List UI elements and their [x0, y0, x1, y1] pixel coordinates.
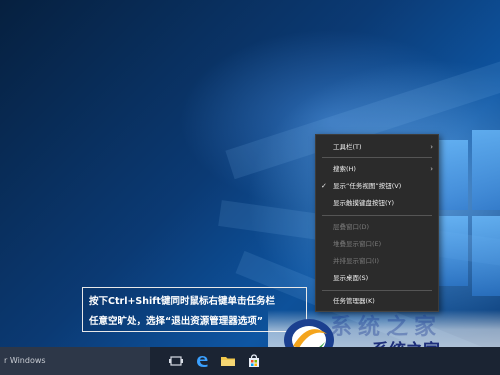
chevron-right-icon: ›	[430, 165, 433, 173]
menu-item-search[interactable]: 搜索(H) ›	[316, 161, 438, 177]
search-placeholder: r Windows	[4, 356, 46, 365]
taskbar[interactable]: r Windows	[0, 347, 500, 375]
menu-item-label: 任务管理器(K)	[333, 297, 375, 305]
menu-item-label: 层叠窗口(D)	[333, 223, 370, 231]
task-view-icon[interactable]	[168, 353, 184, 369]
menu-item-label: 显示触摸键盘按钮(Y)	[333, 199, 395, 207]
menu-item-label: 并排显示窗口(I)	[333, 257, 379, 265]
caption-line-1: 按下Ctrl+Shift键同时鼠标右键单击任务栏	[89, 296, 275, 307]
menu-separator	[322, 290, 432, 291]
caption-line-2: 任意空旷处，选择“退出资源管理器选项”	[89, 316, 263, 327]
chevron-right-icon: ›	[430, 143, 433, 151]
menu-item-side-by-side-windows[interactable]: 并排显示窗口(I)	[316, 253, 438, 269]
windows-logo-graphic	[430, 130, 500, 300]
file-explorer-icon[interactable]	[220, 353, 236, 369]
menu-item-stack-windows[interactable]: 堆叠显示窗口(E)	[316, 236, 438, 252]
menu-item-show-task-view-button[interactable]: ✓ 显示“任务视图”按钮(V)	[316, 178, 438, 194]
menu-separator	[322, 157, 432, 158]
menu-item-label: 显示“任务视图”按钮(V)	[333, 182, 402, 190]
menu-item-label: 搜索(H)	[333, 165, 356, 173]
edge-browser-icon[interactable]	[194, 353, 210, 369]
store-icon[interactable]	[246, 353, 262, 369]
checkmark-icon: ✓	[321, 182, 327, 190]
menu-separator	[322, 215, 432, 216]
menu-item-label: 工具栏(T)	[333, 143, 362, 151]
menu-item-show-touch-keyboard-button[interactable]: 显示触摸键盘按钮(Y)	[316, 195, 438, 211]
menu-item-label: 显示桌面(S)	[333, 274, 369, 282]
taskbar-context-menu: 工具栏(T) › 搜索(H) › ✓ 显示“任务视图”按钮(V) 显示触摸键盘按…	[315, 134, 439, 312]
menu-item-task-manager[interactable]: 任务管理器(K)	[316, 293, 438, 309]
menu-item-label: 堆叠显示窗口(E)	[333, 240, 382, 248]
menu-item-cascade-windows[interactable]: 层叠窗口(D)	[316, 219, 438, 235]
menu-item-toolbars[interactable]: 工具栏(T) ›	[316, 139, 438, 155]
taskbar-search-box[interactable]: r Windows	[0, 347, 150, 375]
menu-item-show-desktop[interactable]: 显示桌面(S)	[316, 270, 438, 286]
